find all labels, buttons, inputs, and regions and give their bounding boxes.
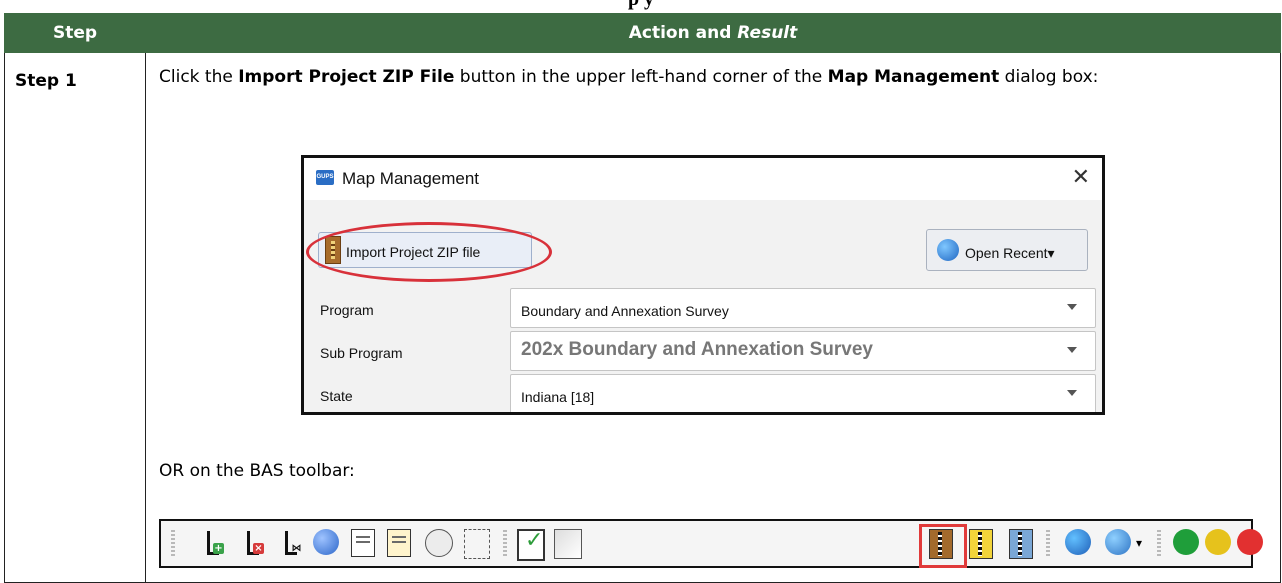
add-layer-icon[interactable]: + — [201, 529, 227, 557]
open-recent-label: Open Recent▾ — [965, 241, 1055, 265]
program-value: Boundary and Annexation Survey — [521, 303, 729, 319]
validate-icon[interactable]: ✓ — [517, 529, 545, 561]
open-recent-icon — [937, 239, 959, 261]
sub-program-row: Sub Program 202x Boundary and Annexation… — [304, 329, 1102, 371]
globe-icon[interactable] — [1065, 529, 1091, 555]
close-icon[interactable]: ✕ — [1072, 165, 1090, 189]
program-select[interactable]: Boundary and Annexation Survey — [510, 288, 1096, 328]
sub-program-label: Sub Program — [320, 345, 403, 361]
attribute-doc-icon[interactable] — [351, 529, 375, 557]
export-blue-zip-icon[interactable] — [1009, 529, 1033, 559]
gups-app-icon: GUPS — [316, 170, 334, 185]
state-value: Indiana [18] — [521, 389, 595, 405]
instruction-bold-dialog-name: Map Management — [827, 67, 1000, 87]
state-select[interactable]: Indiana [18] — [510, 374, 1096, 412]
identify-icon[interactable] — [425, 529, 453, 557]
remove-marker-icon[interactable] — [1237, 529, 1263, 555]
add-marker-icon[interactable] — [1173, 529, 1199, 555]
dialog-title: Map Management — [342, 169, 480, 188]
header-action: Action and Result — [145, 13, 1281, 53]
table-header-row: Step Action and Result — [4, 13, 1281, 53]
instruction-text: button in the upper left-hand corner of … — [454, 67, 828, 87]
export-zip-icon[interactable] — [969, 529, 993, 559]
instruction-text: Click the — [159, 67, 239, 87]
tree-icon[interactable] — [464, 529, 490, 559]
sub-program-select[interactable]: 202x Boundary and Annexation Survey — [510, 331, 1096, 371]
toolbar-grip[interactable] — [1046, 530, 1050, 556]
open-recent-text: Open Recent — [965, 245, 1048, 261]
chevron-down-icon[interactable]: ▾ — [1136, 529, 1146, 557]
sub-program-value: 202x Boundary and Annexation Survey — [521, 339, 873, 360]
state-label: State — [320, 388, 353, 404]
step-instruction: Click the Import Project ZIP File button… — [159, 65, 1269, 89]
remove-layer-icon[interactable]: × — [241, 529, 267, 557]
map-management-dialog: GUPS Map Management ✕ Import Project ZIP… — [301, 155, 1105, 415]
open-recent-button[interactable]: Open Recent▾ — [926, 229, 1088, 271]
procedure-table: Step Action and Result Step 1 Click the … — [4, 13, 1281, 583]
toolbar-grip[interactable] — [503, 530, 507, 556]
or-toolbar-text: OR on the BAS toolbar: — [159, 461, 355, 481]
toolbar-grip[interactable] — [171, 530, 175, 556]
table-edit-icon[interactable] — [387, 529, 411, 557]
program-row: Program Boundary and Annexation Survey — [304, 286, 1102, 328]
header-result-label: Result — [737, 23, 798, 43]
toolbar-grip[interactable] — [1157, 530, 1161, 556]
dialog-titlebar: GUPS Map Management ✕ — [304, 158, 1102, 200]
table-row: Step 1 Click the Import Project ZIP File… — [4, 52, 1281, 583]
star-marker-icon[interactable] — [1205, 529, 1231, 555]
step-number: Step 1 — [4, 52, 146, 583]
bas-toolbar: + × ⋈ ✓ ▾ — [159, 519, 1263, 568]
label-icon[interactable] — [313, 529, 339, 555]
polygon-icon[interactable] — [554, 529, 582, 559]
add-globe-icon[interactable] — [1105, 529, 1131, 555]
chevron-down-icon — [1067, 347, 1077, 353]
table-title-clipped: p y — [0, 0, 1282, 11]
chevron-down-icon — [1067, 390, 1077, 396]
chevron-down-icon: ▾ — [1047, 245, 1055, 261]
import-zip-icon[interactable] — [929, 529, 953, 559]
instruction-text: dialog box: — [999, 67, 1099, 87]
split-icon[interactable]: ⋈ — [279, 529, 305, 557]
program-label: Program — [320, 302, 374, 318]
action-cell: Click the Import Project ZIP File button… — [145, 52, 1281, 583]
state-row: State Indiana [18] — [304, 372, 1102, 412]
chevron-down-icon — [1067, 304, 1077, 310]
header-step: Step — [4, 13, 146, 53]
red-highlight-oval — [306, 222, 552, 282]
header-action-label: Action and — [628, 23, 732, 43]
instruction-bold-button-name: Import Project ZIP File — [238, 67, 455, 87]
